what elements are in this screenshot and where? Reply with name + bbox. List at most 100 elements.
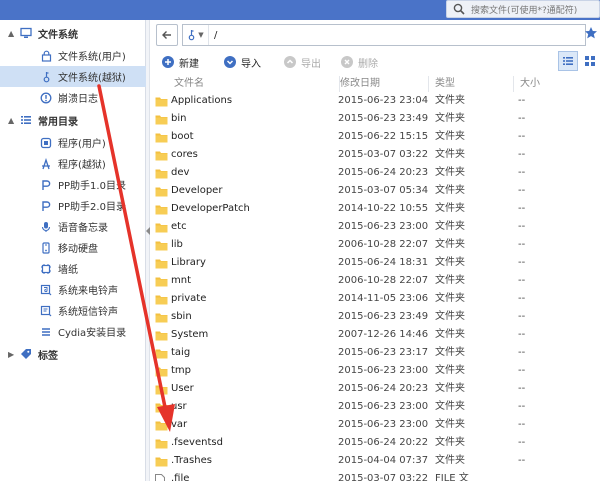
table-row[interactable]: Library 2015-06-24 18:31 文件夹 -- <box>154 254 600 272</box>
sidebar-item-pp-2[interactable]: PP助手2.0目录 <box>0 195 146 216</box>
file-name: tmp <box>171 365 192 376</box>
file-size: -- <box>518 329 526 340</box>
column-header-type[interactable]: 类型 <box>429 76 514 92</box>
column-header-name[interactable]: 文件名 <box>168 76 340 92</box>
folder-icon <box>155 330 168 341</box>
table-row[interactable]: mnt 2006-10-28 22:07 文件夹 -- <box>154 272 600 290</box>
folder-icon <box>155 114 168 125</box>
back-button[interactable] <box>156 24 178 46</box>
table-row[interactable]: private 2014-11-05 23:06 文件夹 -- <box>154 290 600 308</box>
key-icon <box>40 71 52 83</box>
sidebar-group-label: 文件系统 <box>38 29 78 41</box>
export-button[interactable]: 导出 <box>284 53 321 71</box>
collapse-caret-icon[interactable]: ▲ <box>0 29 14 38</box>
file-type: 文件夹 <box>435 311 465 322</box>
file-type: 文件夹 <box>435 113 465 124</box>
location-dropdown[interactable]: ▼ <box>183 25 209 45</box>
table-row[interactable]: Developer 2015-03-07 05:34 文件夹 -- <box>154 182 600 200</box>
table-row[interactable]: DeveloperPatch 2014-10-22 10:55 文件夹 -- <box>154 200 600 218</box>
expand-caret-icon[interactable]: ▶ <box>0 350 14 359</box>
sidebar-item-label: 系统短信铃声 <box>58 307 118 318</box>
sidebar-group-filesystem[interactable]: ▲ 文件系统 <box>0 22 146 44</box>
modified-date: 2006-10-28 22:07 <box>338 239 429 250</box>
sidebar-item-mobile-disk[interactable]: 移动硬盘 <box>0 237 146 258</box>
file-name: usr <box>171 401 187 412</box>
sidebar-item-apps-jailbreak[interactable]: 程序(越狱) <box>0 153 146 174</box>
search-input[interactable]: 搜索文件(可使用*?通配符) <box>446 0 600 18</box>
column-header-size[interactable]: 大小 <box>514 76 600 92</box>
collapse-caret-icon[interactable]: ▲ <box>0 116 14 125</box>
column-header-date[interactable]: 修改日期 <box>334 76 429 92</box>
file-name: taig <box>171 347 191 358</box>
modified-date: 2015-06-23 23:00 <box>338 401 429 412</box>
file-size: -- <box>518 455 526 466</box>
file-list: Applications 2015-06-23 23:04 文件夹 -- bin 2015… <box>154 92 600 481</box>
sidebar-item-crash-logs[interactable]: 崩溃日志 <box>0 87 146 108</box>
new-button[interactable]: 新建 <box>162 53 199 71</box>
sidebar-item-label: 文件系统(用户) <box>58 52 126 63</box>
file-size: -- <box>518 365 526 376</box>
folder-icon <box>155 186 168 197</box>
sidebar-group-common-dirs[interactable]: ▲ 常用目录 <box>0 109 146 131</box>
disk-icon <box>40 241 52 254</box>
sidebar-item-cydia[interactable]: Cydia安装目录 <box>0 321 146 342</box>
grid-view-button[interactable] <box>580 51 600 71</box>
file-name: User <box>171 383 194 394</box>
path-text: / <box>214 29 218 41</box>
file-name: var <box>171 419 188 430</box>
export-label: 导出 <box>301 58 321 70</box>
sidebar-item-voice-memos[interactable]: 语音备忘录 <box>0 216 146 237</box>
table-row[interactable]: Applications 2015-06-23 23:04 文件夹 -- <box>154 92 600 110</box>
modified-date: 2006-10-28 22:07 <box>338 275 429 286</box>
file-size: -- <box>518 257 526 268</box>
table-row[interactable]: .file 2015-03-07 03:22 FILE 文 <box>154 470 600 481</box>
sidebar-group-tags[interactable]: ▶ 标签 <box>0 343 146 365</box>
table-row[interactable]: .Trashes 2015-04-04 07:37 文件夹 -- <box>154 452 600 470</box>
sidebar-item-call-ringtones[interactable]: 系统来电铃声 <box>0 279 146 300</box>
table-row[interactable]: User 2015-06-24 20:23 文件夹 -- <box>154 380 600 398</box>
sidebar-item-apps-user[interactable]: 程序(用户) <box>0 132 146 153</box>
table-row[interactable]: bin 2015-06-23 23:49 文件夹 -- <box>154 110 600 128</box>
import-icon <box>224 56 236 68</box>
table-row[interactable]: dev 2015-06-24 20:23 文件夹 -- <box>154 164 600 182</box>
plus-icon <box>162 56 174 68</box>
file-size: -- <box>518 383 526 394</box>
delete-button[interactable]: 删除 <box>341 53 378 71</box>
table-row[interactable]: var 2015-06-23 23:00 文件夹 -- <box>154 416 600 434</box>
modified-date: 2015-06-23 23:00 <box>338 419 429 430</box>
table-row[interactable]: cores 2015-03-07 03:22 文件夹 -- <box>154 146 600 164</box>
import-button[interactable]: 导入 <box>224 53 261 71</box>
table-row[interactable]: boot 2015-06-22 15:15 文件夹 -- <box>154 128 600 146</box>
table-row[interactable]: usr 2015-06-23 23:00 文件夹 -- <box>154 398 600 416</box>
sidebar-item-pp-1[interactable]: PP助手1.0目录 <box>0 174 146 195</box>
sidebar-item-filesystem-jailbreak[interactable]: 文件系统(越狱) <box>0 66 146 87</box>
folder-icon <box>155 222 168 233</box>
table-row[interactable]: lib 2006-10-28 22:07 文件夹 -- <box>154 236 600 254</box>
sidebar-splitter[interactable] <box>146 20 150 481</box>
delete-label: 删除 <box>358 58 378 70</box>
folder-icon <box>155 348 168 359</box>
path-field[interactable]: ▼ / <box>182 24 586 46</box>
table-row[interactable]: .fseventsd 2015-06-24 20:22 文件夹 -- <box>154 434 600 452</box>
table-row[interactable]: taig 2015-06-23 23:17 文件夹 -- <box>154 344 600 362</box>
collapse-arrow-icon[interactable] <box>146 227 150 235</box>
file-size: -- <box>518 131 526 142</box>
table-row[interactable]: etc 2015-06-23 23:00 文件夹 -- <box>154 218 600 236</box>
modified-date: 2015-06-23 23:49 <box>338 113 429 124</box>
modified-date: 2015-06-23 23:17 <box>338 347 429 358</box>
table-row[interactable]: sbin 2015-06-23 23:49 文件夹 -- <box>154 308 600 326</box>
file-size: -- <box>518 275 526 286</box>
table-row[interactable]: tmp 2015-06-23 23:00 文件夹 -- <box>154 362 600 380</box>
favorite-star-icon[interactable] <box>584 26 598 43</box>
search-icon <box>453 3 465 15</box>
sidebar-item-filesystem-user[interactable]: 文件系统(用户) <box>0 45 146 66</box>
sidebar-item-sms-ringtones[interactable]: 系统短信铃声 <box>0 300 146 321</box>
search-placeholder: 搜索文件(可使用*?通配符) <box>471 5 578 16</box>
sidebar-item-wallpaper[interactable]: 墙纸 <box>0 258 146 279</box>
sidebar-item-label: 系统来电铃声 <box>58 286 118 297</box>
modified-date: 2015-03-07 03:22 <box>338 473 429 481</box>
folder-icon <box>155 150 168 161</box>
sidebar: ▲ 文件系统 文件系统(用户) 文件系统(越狱) 崩溃日志 ▲ 常用目录 程序(… <box>0 20 146 481</box>
table-row[interactable]: System 2007-12-26 14:46 文件夹 -- <box>154 326 600 344</box>
list-view-button[interactable] <box>558 51 578 71</box>
